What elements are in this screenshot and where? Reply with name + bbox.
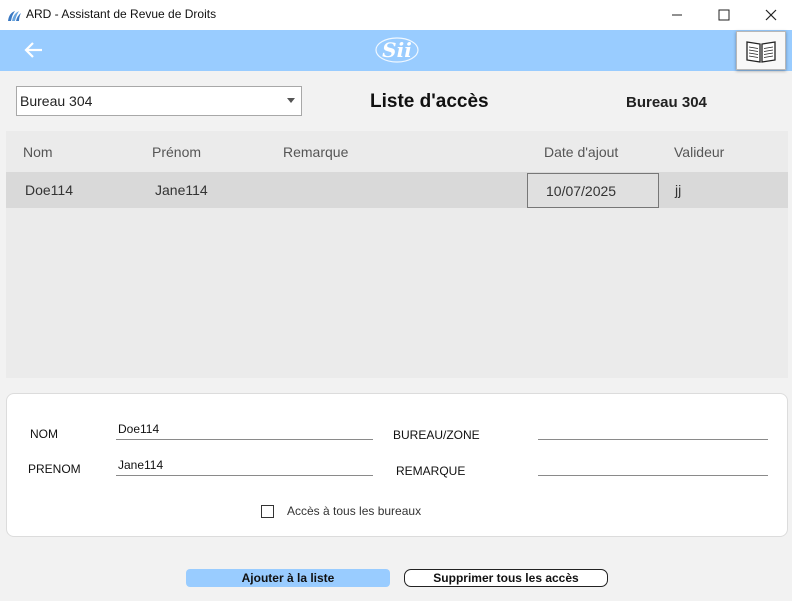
svg-text:Sii: Sii [382, 38, 412, 62]
minimize-icon [672, 14, 682, 16]
prenom-label: PRENOM [28, 462, 81, 476]
arrow-left-icon [24, 42, 42, 58]
bureau-zone-label: BUREAU/ZONE [393, 428, 480, 442]
sii-logo-icon [8, 11, 21, 21]
remarque-label: REMARQUE [396, 464, 466, 478]
remarque-field[interactable] [538, 454, 768, 476]
cell-valideur: jj [675, 182, 682, 198]
bureau-select-value: Bureau 304 [20, 93, 93, 109]
current-bureau-label: Bureau 304 [626, 94, 707, 111]
maximize-button[interactable] [701, 0, 747, 30]
cell-date[interactable]: 10/07/2025 [527, 173, 659, 208]
maximize-icon [718, 9, 730, 21]
close-button[interactable] [748, 0, 792, 30]
cell-prenom: Jane114 [155, 182, 208, 198]
all-offices-label: Accès à tous les bureaux [287, 504, 422, 518]
add-to-list-button[interactable]: Ajouter à la liste [186, 569, 390, 587]
page-title: Liste d'accès [370, 91, 489, 112]
sii-logo: Sii [375, 37, 419, 63]
minimize-button[interactable] [654, 0, 700, 30]
window-title: ARD - Assistant de Revue de Droits [26, 7, 217, 21]
all-offices-checkbox[interactable] [261, 504, 274, 518]
column-header-prenom[interactable]: Prénom [152, 144, 201, 160]
bureau-zone-field[interactable] [538, 418, 768, 440]
column-header-remarque[interactable]: Remarque [283, 144, 348, 160]
close-icon [765, 9, 777, 21]
nom-label: NOM [30, 427, 58, 441]
nom-field[interactable]: Doe114 [116, 418, 373, 440]
column-header-date[interactable]: Date d'ajout [544, 144, 618, 160]
all-offices-checkbox-row[interactable]: Accès à tous les bureaux [261, 504, 421, 518]
window-title-bar: ARD - Assistant de Revue de Droits [0, 0, 792, 30]
table-row[interactable]: Doe114 Jane114 10/07/2025 jj [6, 172, 788, 208]
back-button[interactable] [20, 38, 46, 62]
column-header-valideur[interactable]: Valideur [674, 144, 724, 160]
grid-header: Nom Prénom Remarque Date d'ajout Valideu… [6, 131, 788, 171]
app-header: Sii [0, 30, 792, 71]
column-header-nom[interactable]: Nom [23, 144, 53, 160]
bureau-select[interactable]: Bureau 304 [16, 86, 302, 116]
open-book-icon [746, 40, 776, 63]
access-list-grid: Nom Prénom Remarque Date d'ajout Valideu… [6, 131, 788, 378]
delete-all-access-button[interactable]: Supprimer tous les accès [404, 569, 608, 587]
prenom-field[interactable]: Jane114 [116, 454, 373, 476]
help-book-button[interactable] [736, 31, 786, 70]
cell-nom: Doe114 [25, 182, 74, 198]
chevron-down-icon [287, 98, 295, 103]
entry-form: NOM Doe114 BUREAU/ZONE PRENOM Jane114 RE… [6, 393, 788, 537]
